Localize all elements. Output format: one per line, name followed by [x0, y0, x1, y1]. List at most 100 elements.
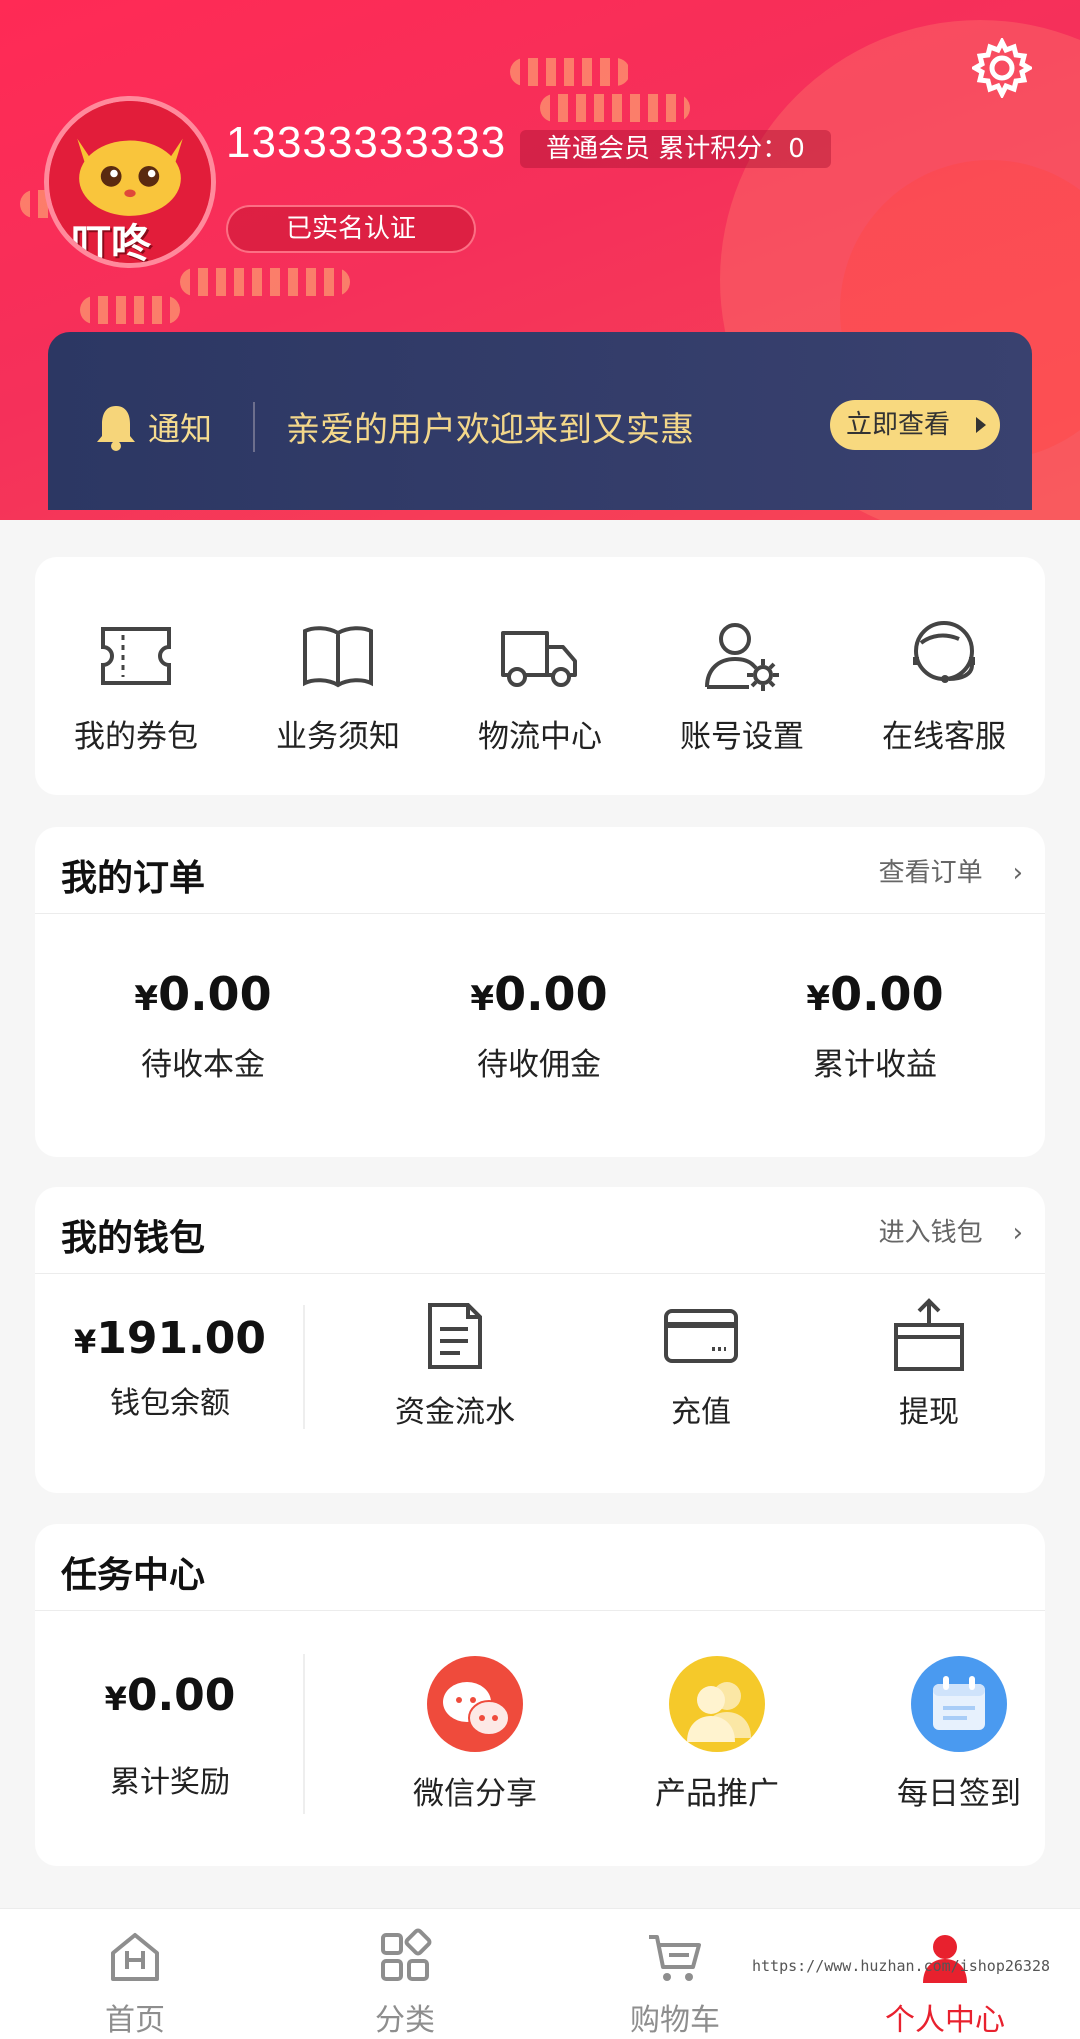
task-label: 微信分享	[413, 1776, 537, 1812]
wallet-action-recharge[interactable]: 充值	[601, 1297, 801, 1431]
member-info-badge: 普通会员 累计积分：0	[520, 130, 831, 168]
task-daily-checkin[interactable]: 每日签到	[849, 1656, 1069, 1813]
truck-icon	[501, 631, 577, 687]
notice-divider	[253, 402, 255, 452]
quick-item-logistics[interactable]: 物流中心	[439, 613, 641, 756]
bottom-tab-bar: 首页 分类 购物车 个人中心 https://www.huzhan.com/is…	[0, 1908, 1080, 2039]
decor-stripe	[80, 296, 180, 324]
wallet-balance[interactable]: ¥191.00 钱包余额	[35, 1313, 305, 1422]
balance-label: 钱包余额	[110, 1386, 230, 1421]
decor-stripe	[180, 268, 350, 296]
stat-value: 0.00	[158, 967, 272, 1021]
currency-symbol: ¥	[73, 1323, 97, 1361]
tasks-title: 任务中心	[61, 1555, 206, 1596]
tab-cart[interactable]: 购物车	[575, 1927, 775, 2039]
tab-label: 个人中心	[885, 2003, 1005, 2038]
wallet-action-label: 资金流水	[395, 1395, 515, 1430]
headset-icon	[913, 621, 975, 683]
view-orders-link[interactable]: 查看订单 ›	[879, 852, 1023, 889]
divider	[303, 1654, 305, 1814]
task-label: 产品推广	[655, 1776, 779, 1812]
tab-label: 购物车	[630, 2003, 720, 2038]
decor-stripe	[510, 58, 630, 86]
wallet-action-label: 提现	[899, 1395, 959, 1430]
enter-wallet-label: 进入钱包	[878, 1218, 983, 1248]
phone-number: 13333333333	[226, 118, 507, 167]
tab-label: 分类	[375, 2003, 435, 2038]
currency-symbol: ¥	[806, 979, 831, 1019]
reward-label: 累计奖励	[110, 1765, 230, 1800]
notice-bar[interactable]: 通知 亲爱的用户欢迎来到又实惠 立即查看	[48, 332, 1032, 510]
view-now-label: 立即查看	[846, 410, 951, 440]
order-stat-earnings[interactable]: ¥0.00 累计收益	[707, 967, 1043, 1084]
user-gear-icon	[705, 623, 779, 691]
quick-item-coupons[interactable]: 我的券包	[35, 613, 237, 756]
gear-icon[interactable]	[972, 38, 1032, 98]
my-orders-card: 我的订单 查看订单 › ¥0.00 待收本金 ¥0.00 待收佣金 ¥0.00 累…	[35, 827, 1045, 1157]
stat-label: 待收本金	[141, 1047, 265, 1083]
stat-label: 待收佣金	[477, 1047, 601, 1083]
tab-home[interactable]: 首页	[35, 1927, 235, 2039]
quick-item-label: 在线客服	[882, 719, 1006, 755]
divider	[35, 1610, 1045, 1611]
quick-item-label: 业务须知	[276, 719, 400, 755]
quick-item-label: 物流中心	[478, 719, 602, 755]
view-now-button[interactable]: 立即查看	[830, 400, 1000, 450]
divider	[35, 913, 1045, 914]
currency-symbol: ¥	[470, 979, 495, 1019]
avatar-text: 叮咚	[71, 221, 151, 267]
home-icon	[111, 1933, 159, 1981]
bell-icon	[97, 406, 135, 451]
wallet-action-ledger[interactable]: 资金流水	[355, 1297, 555, 1431]
tab-label: 首页	[105, 2003, 165, 2038]
order-stat-commission[interactable]: ¥0.00 待收佣金	[371, 967, 707, 1084]
wechat-icon	[427, 1656, 523, 1752]
task-reward-total[interactable]: ¥0.00 累计奖励	[35, 1670, 305, 1801]
quick-item-notice[interactable]: 业务须知	[237, 613, 439, 756]
calendar-icon	[911, 1656, 1007, 1752]
withdraw-icon	[894, 1298, 964, 1371]
quick-item-label: 账号设置	[680, 719, 804, 755]
divider	[35, 1273, 1045, 1274]
cart-icon	[649, 1935, 701, 1981]
ledger-icon	[428, 1303, 482, 1369]
currency-symbol: ¥	[104, 1680, 127, 1718]
quick-menu-card: 我的券包 业务须知 物流中心 账号设置 在线客服	[35, 557, 1045, 795]
book-icon	[303, 626, 373, 688]
chevron-right-icon: ›	[1012, 1218, 1023, 1248]
chevron-right-icon: ›	[1012, 858, 1023, 888]
watermark-text: https://www.huzhan.com/ishop26328	[752, 1957, 1051, 1975]
stat-label: 累计收益	[813, 1047, 937, 1083]
task-label: 每日签到	[897, 1776, 1021, 1812]
tab-profile[interactable]: 个人中心	[845, 1927, 1045, 2039]
notice-message: 亲爱的用户欢迎来到又实惠	[286, 410, 694, 450]
my-wallet-card: 我的钱包 进入钱包 › ¥191.00 钱包余额 资金流水 充值 提现	[35, 1187, 1045, 1493]
stat-value: 0.00	[830, 967, 944, 1021]
stat-value: 0.00	[494, 967, 608, 1021]
orders-title: 我的订单	[61, 858, 206, 899]
coupon-icon	[101, 627, 171, 685]
enter-wallet-link[interactable]: 进入钱包 ›	[879, 1212, 1023, 1249]
tab-category[interactable]: 分类	[305, 1927, 505, 2039]
notice-label: 通知	[148, 410, 213, 448]
card-icon	[664, 1309, 738, 1363]
wallet-action-withdraw[interactable]: 提现	[829, 1297, 1029, 1431]
play-arrow-icon	[976, 417, 986, 433]
decor-stripe	[540, 94, 690, 122]
task-wechat-share[interactable]: 微信分享	[365, 1656, 585, 1813]
avatar[interactable]: 叮咚	[44, 96, 216, 268]
task-center-card: 任务中心 ¥0.00 累计奖励 微信分享 产品推广 每日签到	[35, 1524, 1045, 1866]
currency-symbol: ¥	[134, 979, 159, 1019]
balance-value: 191.00	[96, 1313, 267, 1364]
users-icon	[669, 1656, 765, 1752]
quick-item-account-settings[interactable]: 账号设置	[641, 613, 843, 756]
divider	[303, 1305, 305, 1429]
quick-item-label: 我的券包	[74, 719, 198, 755]
quick-item-online-service[interactable]: 在线客服	[843, 613, 1045, 756]
verified-badge[interactable]: 已实名认证	[226, 205, 476, 253]
profile-header: 叮咚 13333333333 普通会员 累计积分：0 已实名认证 通知 亲爱的用…	[0, 0, 1080, 520]
category-icon	[381, 1928, 432, 1981]
order-stat-principal[interactable]: ¥0.00 待收本金	[35, 967, 371, 1084]
task-product-promotion[interactable]: 产品推广	[607, 1656, 827, 1813]
wallet-title: 我的钱包	[61, 1218, 206, 1259]
